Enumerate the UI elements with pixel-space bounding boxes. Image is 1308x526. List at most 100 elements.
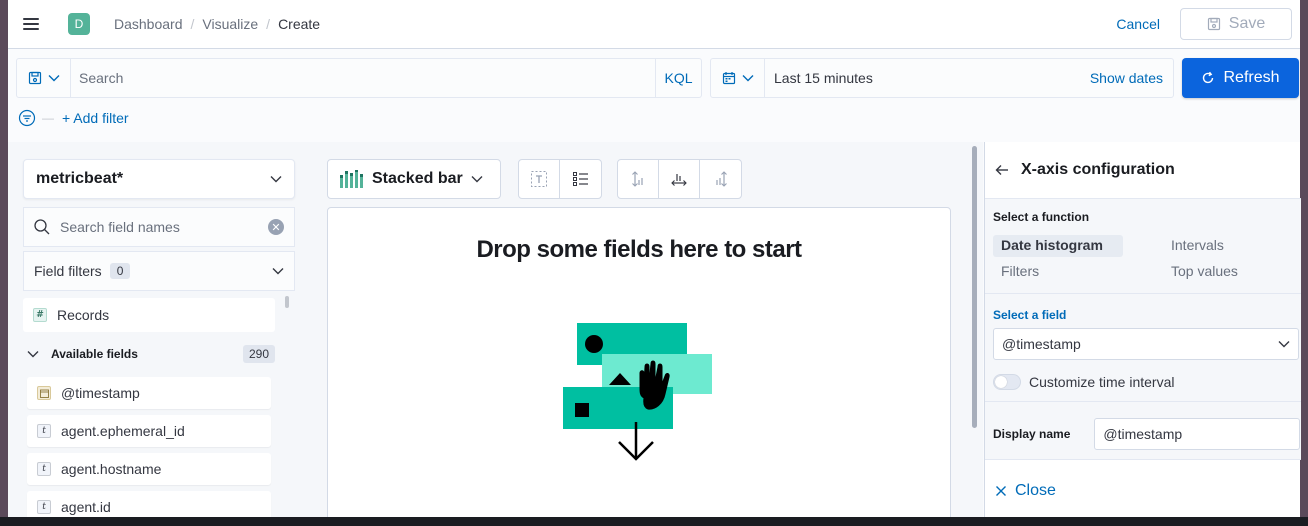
breadcrumb-dashboard[interactable]: Dashboard xyxy=(114,16,183,32)
refresh-button[interactable]: Refresh xyxy=(1182,58,1299,98)
selected-field: @timestamp xyxy=(1002,336,1081,352)
value-labels-button[interactable] xyxy=(519,160,560,198)
breadcrumb-visualize[interactable]: Visualize xyxy=(202,16,258,32)
field-name: @timestamp xyxy=(61,385,140,401)
kql-language-button[interactable]: KQL xyxy=(655,59,701,97)
save-label: Save xyxy=(1228,15,1266,32)
text-label-icon xyxy=(531,171,547,187)
display-name-row: Display name xyxy=(993,418,1301,450)
text-type-icon: t xyxy=(37,462,51,476)
saved-query-icon xyxy=(28,71,41,85)
field-select-label: Select a field xyxy=(993,308,1067,322)
chevron-down-icon xyxy=(27,351,39,358)
config-panel-title: X-axis configuration xyxy=(1021,161,1175,178)
search-icon xyxy=(34,219,50,235)
field-search-input[interactable] xyxy=(50,219,268,235)
arrow-left-icon xyxy=(995,165,1008,175)
workspace-panel: Stacked bar Drop some fields here to sta… xyxy=(311,142,983,522)
right-axis-icon xyxy=(715,171,727,187)
date-type-icon xyxy=(37,386,51,400)
display-name-input[interactable] xyxy=(1094,418,1301,450)
function-date-histogram[interactable]: Date histogram xyxy=(993,235,1123,257)
date-picker: Last 15 minutes Show dates xyxy=(710,58,1174,98)
field-item[interactable]: @timestamp xyxy=(27,377,271,409)
window-frame-right xyxy=(1300,0,1308,526)
space-avatar[interactable]: D xyxy=(68,13,90,35)
custom-interval-row: Customize time interval xyxy=(993,374,1175,390)
function-top-values[interactable]: Top values xyxy=(1163,261,1293,283)
refresh-label: Refresh xyxy=(1223,69,1280,86)
left-axis-button[interactable] xyxy=(618,160,659,198)
field-filters-button[interactable]: Field filters 0 xyxy=(23,251,295,291)
available-fields-label: Available fields xyxy=(51,347,138,361)
search-box: KQL xyxy=(16,58,702,98)
legend-button[interactable] xyxy=(560,160,601,198)
function-options: Date histogram Intervals Filters Top val… xyxy=(993,235,1293,283)
window-frame-bottom xyxy=(0,517,1308,526)
drag-drop-illustration xyxy=(563,323,712,461)
search-input[interactable] xyxy=(71,70,655,86)
field-name: agent.hostname xyxy=(61,461,162,477)
drop-message: Drop some fields here to start xyxy=(476,236,802,263)
display-name-section: Display name xyxy=(985,402,1301,460)
cancel-button[interactable]: Cancel xyxy=(1116,16,1160,32)
config-panel-header: X-axis configuration xyxy=(985,142,1301,199)
text-type-icon: t xyxy=(37,424,51,438)
clear-search-icon[interactable]: ✕ xyxy=(268,219,284,235)
axis-options-group xyxy=(617,159,742,199)
display-options-group xyxy=(518,159,602,199)
refresh-icon xyxy=(1203,71,1214,84)
breadcrumb-separator: / xyxy=(190,16,195,32)
saved-query-button[interactable] xyxy=(17,59,71,97)
text-type-icon: t xyxy=(37,500,51,514)
number-type-icon: # xyxy=(33,308,47,322)
field-section: Select a field @timestamp Customize time… xyxy=(985,294,1301,402)
breadcrumb: Dashboard / Visualize / Create xyxy=(114,16,320,32)
custom-interval-toggle[interactable] xyxy=(993,374,1021,390)
chart-type-label: Stacked bar xyxy=(372,170,463,187)
add-filter-button[interactable]: + Add filter xyxy=(62,110,129,126)
right-axis-button[interactable] xyxy=(700,160,741,198)
save-button[interactable]: Save xyxy=(1180,8,1292,40)
breadcrumb-create: Create xyxy=(278,16,321,32)
field-item[interactable]: t agent.ephemeral_id xyxy=(27,415,271,447)
function-intervals[interactable]: Intervals xyxy=(1163,235,1293,257)
show-dates-button[interactable]: Show dates xyxy=(1090,70,1163,86)
index-pattern-select[interactable]: metricbeat* xyxy=(23,159,295,199)
breadcrumb-separator: / xyxy=(266,16,271,32)
toggle-knob xyxy=(995,376,1007,388)
drop-zone[interactable]: Drop some fields here to start xyxy=(327,207,951,522)
field-filters-count: 0 xyxy=(109,263,131,279)
save-icon xyxy=(1207,17,1220,31)
field-search-box: ✕ xyxy=(23,207,295,247)
field-list-scrollbar[interactable] xyxy=(285,296,289,308)
close-button[interactable]: Close xyxy=(995,482,1056,500)
index-pattern-label: metricbeat* xyxy=(36,170,124,187)
chevron-down-icon xyxy=(1278,341,1290,348)
field-name: agent.id xyxy=(61,499,111,515)
quick-date-button[interactable] xyxy=(711,59,765,97)
chart-type-switcher[interactable]: Stacked bar xyxy=(327,159,501,199)
available-fields-count: 290 xyxy=(242,345,275,363)
filter-bar: — + Add filter xyxy=(18,108,129,128)
records-field[interactable]: # Records xyxy=(23,298,275,332)
menu-button[interactable] xyxy=(8,0,54,49)
available-fields-header[interactable]: Available fields 290 xyxy=(27,344,275,364)
workspace-scrollbar[interactable] xyxy=(972,146,977,428)
chevron-down-icon xyxy=(270,176,282,183)
close-icon xyxy=(996,486,1006,496)
filter-divider: — xyxy=(42,111,54,125)
chevron-down-icon xyxy=(48,75,59,82)
display-name-label: Display name xyxy=(993,427,1071,441)
dimension-config-panel: X-axis configuration Select a function D… xyxy=(984,142,1301,517)
field-select[interactable]: @timestamp xyxy=(993,328,1299,360)
chevron-down-icon xyxy=(272,268,284,275)
filter-menu-icon[interactable] xyxy=(18,109,36,127)
stacked-bar-chart-icon xyxy=(340,170,363,188)
back-button[interactable] xyxy=(995,164,1009,176)
left-axis-icon xyxy=(632,171,643,187)
field-item[interactable]: t agent.hostname xyxy=(27,453,271,485)
function-filters[interactable]: Filters xyxy=(993,261,1163,283)
time-range-label[interactable]: Last 15 minutes xyxy=(765,70,1090,86)
bottom-axis-button[interactable] xyxy=(659,160,700,198)
